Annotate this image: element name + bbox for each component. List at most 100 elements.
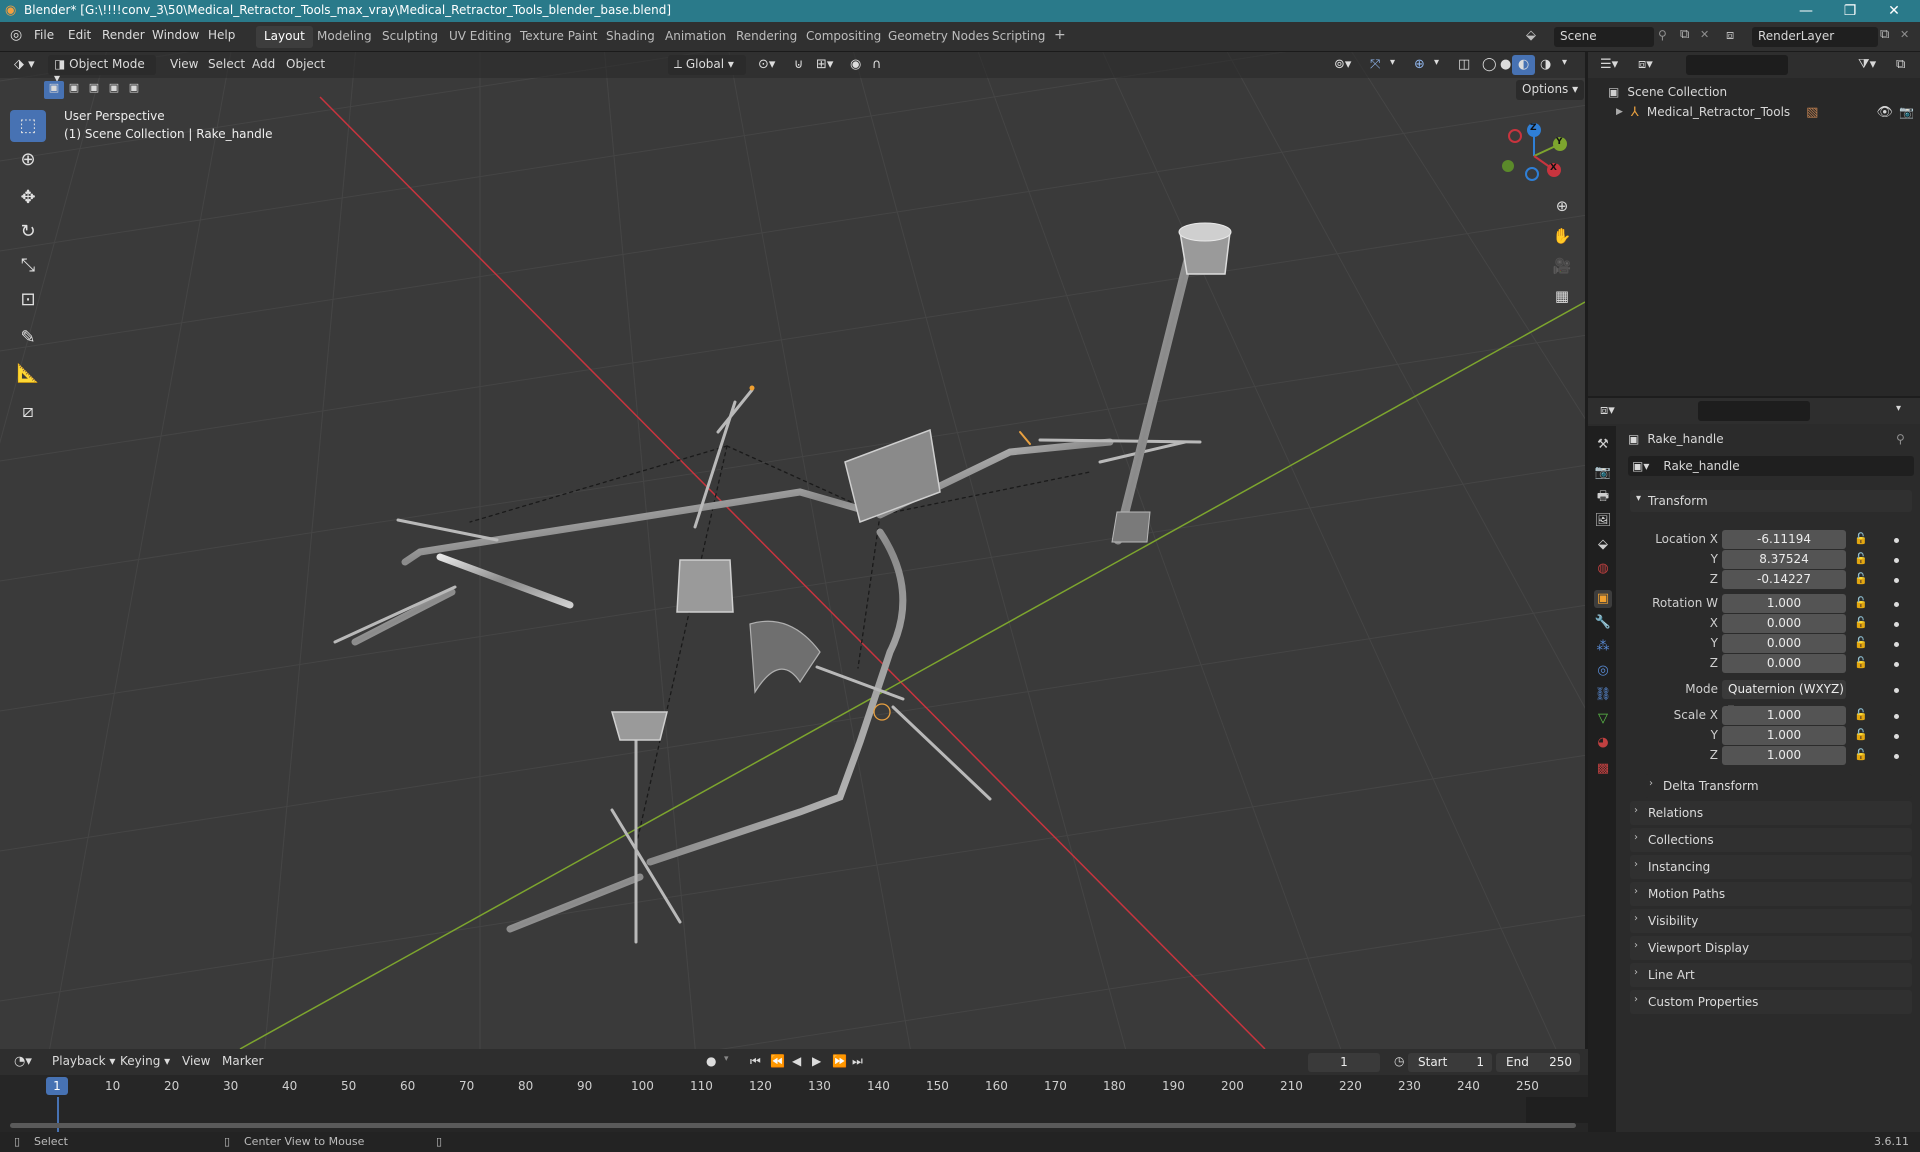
cursor-tool-icon[interactable]: ⊕	[10, 144, 46, 176]
output-tab-icon[interactable]: 🖶	[1594, 488, 1612, 506]
panel-visibility[interactable]: › Visibility	[1630, 909, 1912, 933]
lock-icon[interactable]: 🔓	[1854, 552, 1868, 565]
workspace-tab-compositing[interactable]: Compositing	[798, 26, 889, 48]
scale-tool-icon[interactable]: ⤡	[10, 250, 46, 282]
add-workspace-button[interactable]: +	[1046, 26, 1074, 48]
select-new-icon[interactable]: ▣	[44, 81, 64, 99]
menu-playback[interactable]: Playback ▾	[46, 1052, 121, 1072]
lock-icon[interactable]: 🔓	[1854, 656, 1868, 669]
display-mode-icon[interactable]: ⧈▾	[1638, 57, 1653, 72]
datablock-type-icon[interactable]: ▣▾	[1632, 459, 1649, 473]
proportional-editing-icon[interactable]: ◉	[844, 55, 867, 75]
timeline-editor-type-icon[interactable]: ◔▾	[8, 1052, 38, 1072]
rotation-w-field[interactable]: 1.000	[1722, 594, 1846, 613]
navigation-gizmo[interactable]: Z Y X	[1500, 120, 1570, 190]
scene-selector[interactable]: Scene	[1554, 27, 1654, 47]
frame-ruler[interactable]: 1 10 20 30 40 50 60 70 80 90 100 110 120…	[0, 1075, 1588, 1097]
panel-custom-properties[interactable]: › Custom Properties	[1630, 990, 1912, 1014]
location-y-field[interactable]: 8.37524	[1722, 550, 1846, 569]
menu-help[interactable]: Help	[208, 28, 235, 42]
transform-orientation-selector[interactable]: ⟂ Global ▾	[668, 55, 746, 75]
new-scene-icon[interactable]: ⧉	[1680, 27, 1689, 42]
keyframe-dot-icon[interactable]	[1894, 538, 1899, 543]
lock-icon[interactable]: 🔓	[1854, 616, 1868, 629]
lock-icon[interactable]: 🔓	[1854, 596, 1868, 609]
gizmo-dropdown-icon[interactable]: ▾	[1384, 55, 1401, 75]
rotation-mode-select[interactable]: Quaternion (WXYZ) ▾	[1722, 680, 1846, 715]
rotation-y-field[interactable]: 0.000	[1722, 634, 1846, 653]
properties-search-input[interactable]	[1698, 401, 1810, 421]
workspace-tab-scripting[interactable]: Scripting	[984, 26, 1053, 48]
workspace-tab-texture-paint[interactable]: Texture Paint	[512, 26, 605, 48]
keyframe-dot-icon[interactable]	[1894, 688, 1899, 693]
add-cube-tool-icon[interactable]: ⧄	[10, 396, 46, 428]
keyframe-dot-icon[interactable]	[1894, 622, 1899, 627]
transform-tool-icon[interactable]: ⊡	[10, 284, 46, 316]
object-tab-icon[interactable]: ▣	[1594, 590, 1612, 608]
3d-viewport[interactable]: ⬗ ▾ ◨ Object Mode ▾ View Select Add Obje…	[0, 52, 1585, 1049]
delete-scene-icon[interactable]: ✕	[1700, 28, 1709, 41]
select-box-tool-icon[interactable]: ⬚	[10, 110, 46, 142]
location-z-field[interactable]: -0.14227	[1722, 570, 1846, 589]
outliner-row-object[interactable]: ▶ ⅄ Medical_Retractor_Tools ▧ 👁 📷	[1616, 102, 1916, 122]
panel-line-art[interactable]: › Line Art	[1630, 963, 1912, 987]
pin-properties-icon[interactable]: ⚲	[1896, 432, 1905, 446]
panel-viewport-display[interactable]: › Viewport Display	[1630, 936, 1912, 960]
rotation-z-field[interactable]: 0.000	[1722, 654, 1846, 673]
properties-editor-type-icon[interactable]: ⧈▾	[1600, 403, 1615, 418]
menu-view[interactable]: View	[164, 55, 204, 75]
scale-y-field[interactable]: 1.000	[1722, 726, 1846, 745]
properties-options-icon[interactable]: ▾	[1896, 403, 1901, 414]
object-datablock-field[interactable]: ▣▾ Rake_handle	[1628, 456, 1914, 476]
render-tab-icon[interactable]: 📷	[1594, 464, 1612, 482]
expand-arrow-icon[interactable]: ▶	[1616, 107, 1623, 117]
lock-icon[interactable]: 🔓	[1854, 532, 1868, 545]
visibility-eye-icon[interactable]: 👁	[1876, 105, 1893, 120]
panel-delta-transform[interactable]: › Delta Transform	[1645, 774, 1912, 798]
workspace-tab-layout[interactable]: Layout	[256, 26, 313, 48]
keyframe-dot-icon[interactable]	[1894, 602, 1899, 607]
menu-marker[interactable]: Marker	[216, 1052, 269, 1072]
current-frame-field[interactable]: 1	[1308, 1053, 1380, 1072]
measure-tool-icon[interactable]: 📐	[10, 358, 46, 390]
scene-icon[interactable]: ⬙	[1526, 28, 1536, 43]
panel-instancing[interactable]: › Instancing	[1630, 855, 1912, 879]
view-layer-icon[interactable]: ⧈	[1726, 28, 1734, 43]
tool-tab-icon[interactable]: ⚒	[1594, 436, 1612, 454]
pan-view-icon[interactable]: ✋	[1548, 222, 1576, 250]
menu-keying[interactable]: Keying ▾	[114, 1052, 176, 1072]
snap-target-icon[interactable]: ⊞▾	[810, 55, 839, 75]
location-x-field[interactable]: -6.11194	[1722, 530, 1846, 549]
pin-icon[interactable]: ⚲	[1658, 28, 1667, 42]
data-tab-icon[interactable]: ▽	[1594, 710, 1612, 728]
close-button[interactable]: ✕	[1872, 1, 1916, 21]
options-dropdown[interactable]: Options ▾	[1516, 80, 1585, 100]
menu-render[interactable]: Render	[102, 28, 145, 42]
move-tool-icon[interactable]: ✥	[10, 182, 46, 214]
frame-start-field[interactable]: Start 1	[1408, 1053, 1492, 1072]
editor-type-icon[interactable]: ⬗ ▾	[8, 55, 41, 75]
select-invert-icon[interactable]: ▣	[104, 81, 124, 99]
lock-icon[interactable]: 🔓	[1854, 748, 1868, 761]
keyframe-dot-icon[interactable]	[1894, 578, 1899, 583]
overlays-dropdown-icon[interactable]: ▾	[1428, 55, 1445, 75]
keyframe-dot-icon[interactable]	[1894, 754, 1899, 759]
workspace-tab-uv-editing[interactable]: UV Editing	[441, 26, 520, 48]
panel-relations[interactable]: › Relations	[1630, 801, 1912, 825]
view-layer-selector[interactable]: RenderLayer	[1752, 27, 1878, 47]
render-camera-icon[interactable]: 📷	[1899, 105, 1914, 119]
select-subtract-icon[interactable]: ▣	[84, 81, 104, 99]
scene-tab-icon[interactable]: ⬙	[1594, 536, 1612, 554]
blender-menu-icon[interactable]: ◎	[10, 27, 22, 43]
maximize-button[interactable]: ❐	[1828, 1, 1872, 21]
world-tab-icon[interactable]: ◍	[1594, 560, 1612, 578]
constraints-tab-icon[interactable]: ⛓	[1594, 686, 1612, 704]
select-intersect-icon[interactable]: ▣	[124, 81, 144, 99]
snap-icon[interactable]: ⊍	[788, 55, 810, 75]
workspace-tab-animation[interactable]: Animation	[657, 26, 734, 48]
camera-view-icon[interactable]: 🎥	[1548, 252, 1576, 280]
keyframe-dot-icon[interactable]	[1894, 662, 1899, 667]
rotation-x-field[interactable]: 0.000	[1722, 614, 1846, 633]
new-collection-icon[interactable]: ⧉	[1896, 57, 1905, 72]
keyframe-dot-icon[interactable]	[1894, 714, 1899, 719]
